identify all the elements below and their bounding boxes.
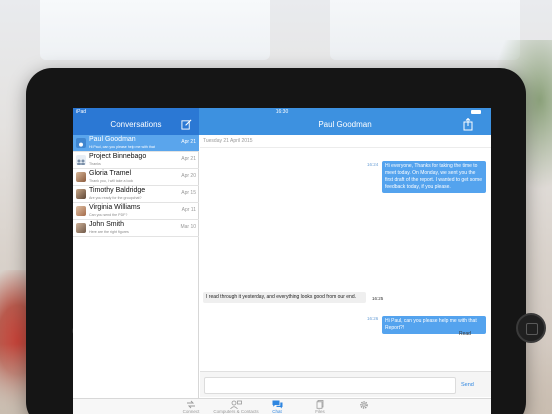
conversation-preview: Thank you, I will take a look <box>89 179 134 183</box>
status-time: 16:30 <box>275 109 289 115</box>
conversation-preview: Are you ready for the groupchat? <box>89 196 142 200</box>
conversation-preview: Can you send the PDF? <box>89 213 128 217</box>
conversation-item[interactable]: John Smith Here are the right figures Ma… <box>73 220 199 237</box>
group-icon <box>76 155 86 165</box>
tab-files[interactable]: Files <box>298 399 342 414</box>
date-separator: Tuesday 21 April 2015 <box>203 138 253 144</box>
message-time: 16:26 <box>367 316 379 321</box>
conversation-date: Apr 21 <box>181 139 196 145</box>
conversation-preview: Hi Paul, can you please help me with tha… <box>89 145 155 149</box>
conversation-date: Apr 20 <box>181 173 196 179</box>
contacts-icon <box>230 400 242 409</box>
conversation-name: Timothy Baldridge <box>89 187 146 194</box>
home-button[interactable] <box>516 313 546 343</box>
connect-icon <box>187 400 195 409</box>
conversation-preview: Thanks <box>89 162 101 166</box>
tab-connect[interactable]: Connect <box>169 399 213 414</box>
conversation-name: John Smith <box>89 221 125 228</box>
read-receipt: Read <box>459 331 471 337</box>
conversation-item[interactable]: Virginia Williams Can you send the PDF? … <box>73 203 199 220</box>
conversation-date: Apr 21 <box>181 156 196 162</box>
conversation-date: Mar 10 <box>180 224 196 230</box>
avatar <box>76 206 86 216</box>
chat-title: Paul Goodman <box>318 120 372 129</box>
avatar <box>76 189 86 199</box>
tab-settings[interactable] <box>342 399 386 414</box>
tab-label: Chat <box>272 409 282 414</box>
message-bubble-incoming: I read through it yesterday, and everyth… <box>203 292 366 303</box>
conversation-item[interactable]: Project Binnebago Thanks Apr 21 <box>73 152 199 169</box>
chat-icon <box>272 400 282 409</box>
compose-icon[interactable] <box>181 119 192 130</box>
avatar <box>76 172 86 182</box>
tab-label: Connect <box>182 409 200 414</box>
person-icon <box>76 138 86 148</box>
conversation-date: Apr 15 <box>181 190 196 196</box>
divider <box>200 147 491 148</box>
battery-icon <box>471 110 481 114</box>
conversation-date: Apr 11 <box>181 207 196 213</box>
conversation-name: Project Binnebago <box>89 153 147 160</box>
conversation-item[interactable]: Paul Goodman Hi Paul, can you please hel… <box>73 135 199 152</box>
chat-area: Tuesday 21 April 2015 16:24 Hi everyone,… <box>200 135 491 371</box>
background-window <box>40 0 270 60</box>
app-screen: iPad 16:30 Conversations Paul Goodman Pa… <box>73 108 491 414</box>
message-time: 16:24 <box>367 162 379 167</box>
send-button[interactable]: Send <box>461 382 474 388</box>
message-time: 16:25 <box>372 296 384 301</box>
conversation-name: Virginia Williams <box>89 204 141 211</box>
tab-bar: Connect Computers & Contacts Chat Files <box>73 398 491 414</box>
navigation-bar: iPad 16:30 Conversations Paul Goodman <box>73 108 491 135</box>
conversation-item[interactable]: Gloria Tramel Thank you, I will take a l… <box>73 169 199 186</box>
tab-label: Files <box>315 409 325 414</box>
files-icon <box>316 400 324 409</box>
conversation-name: Paul Goodman <box>89 136 136 143</box>
message-input[interactable] <box>204 377 456 394</box>
conversation-list: Paul Goodman Hi Paul, can you please hel… <box>73 135 199 398</box>
avatar <box>76 223 86 233</box>
share-icon[interactable] <box>463 118 473 131</box>
conversation-preview: Here are the right figures <box>89 230 129 234</box>
conversation-name: Gloria Tramel <box>89 170 132 177</box>
tab-chat[interactable]: Chat <box>255 399 299 414</box>
message-bubble-outgoing: Hi everyone, Thanks for taking the time … <box>382 161 486 193</box>
gear-icon <box>360 401 368 409</box>
conversation-item[interactable]: Timothy Baldridge Are you ready for the … <box>73 186 199 203</box>
message-composer: Send <box>200 371 491 397</box>
